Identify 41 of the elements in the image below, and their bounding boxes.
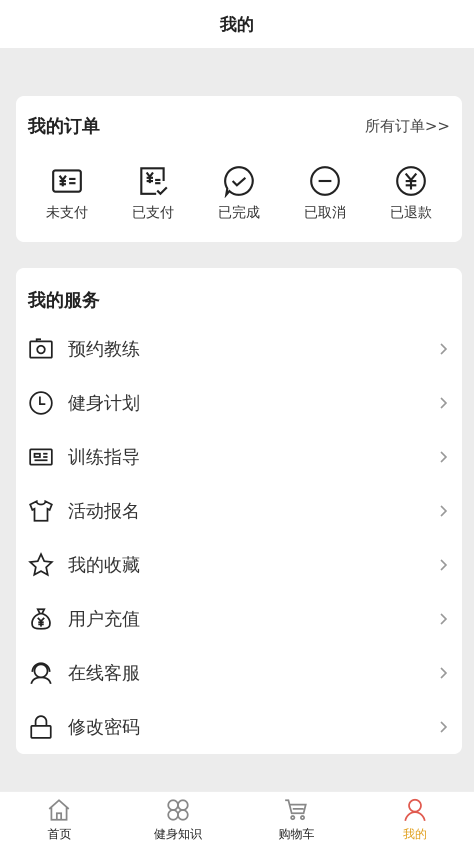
lock-icon [28,714,54,740]
order-status-item[interactable]: 已取消 [292,164,358,222]
tab-item[interactable]: 购物车 [237,792,356,847]
page-title: 我的 [220,14,254,36]
star-icon [28,552,54,578]
home-icon [46,796,72,822]
shirt-icon [28,498,54,524]
service-item[interactable]: 用户充值 [28,592,448,646]
chevron-right-icon [438,557,448,573]
clover-icon [164,796,191,822]
service-item[interactable]: 在线客服 [28,646,448,700]
service-item[interactable]: 修改密码 [28,700,448,754]
tab-item[interactable]: 首页 [0,792,118,847]
section-title: 我的订单 [28,115,100,138]
chevron-right-icon [438,665,448,681]
service-item[interactable]: 预约教练 [28,322,448,376]
chevron-right-icon [438,341,448,357]
order-status-item[interactable]: 未支付 [34,164,100,222]
chevron-right-icon [438,503,448,519]
chat-check-icon [222,164,256,198]
chevron-right-icon [438,449,448,465]
yen-circle-icon [394,164,428,198]
tab-item[interactable]: 健身知识 [118,792,237,847]
order-status-item[interactable]: 已支付 [120,164,186,222]
cart-icon [283,796,310,822]
all-orders-link[interactable]: 所有订单>> [364,116,450,136]
clock-icon [28,390,54,416]
service-item[interactable]: 活动报名 [28,484,448,538]
headset-icon [28,660,54,686]
minus-circle-icon [308,164,342,198]
service-item[interactable]: 健身计划 [28,376,448,430]
order-status-item[interactable]: 已退款 [378,164,444,222]
money-bag-icon [28,606,54,632]
chevron-right-icon [438,719,448,735]
service-item[interactable]: 训练指导 [28,430,448,484]
user-icon [402,796,428,822]
order-status-item[interactable]: 已完成 [206,164,272,222]
chevron-right-icon [438,395,448,411]
chevron-right-icon [438,611,448,627]
section-title: 我的服务 [28,289,101,313]
service-item[interactable]: 我的收藏 [28,538,448,592]
